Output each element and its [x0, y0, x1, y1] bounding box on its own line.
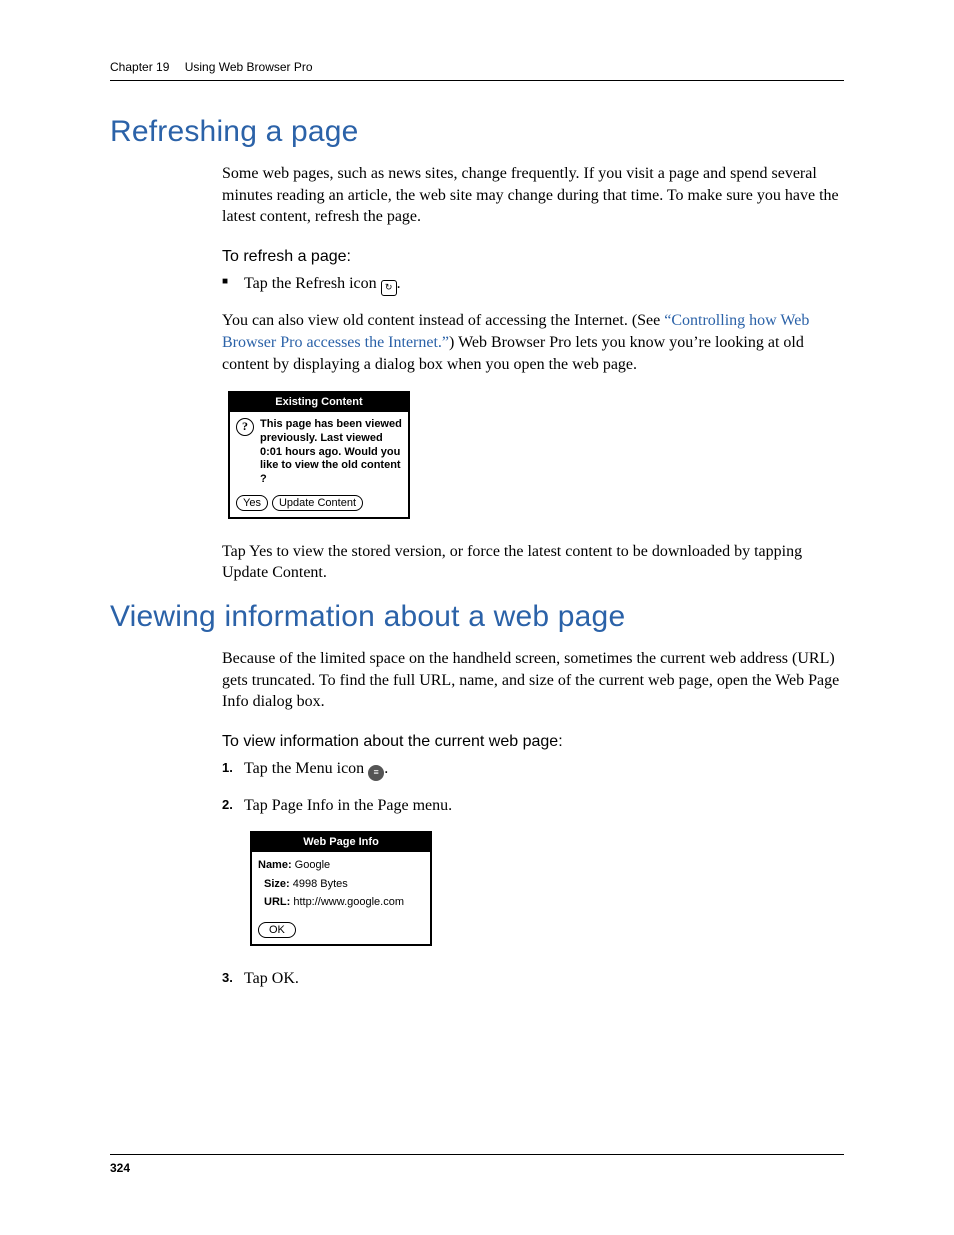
existing-content-dialog: Existing Content ? This page has been vi… [228, 391, 410, 519]
existing-content-titlebar: Existing Content [230, 393, 408, 412]
viewinfo-step2-text: Tap Page Info in the Page menu. [244, 797, 452, 814]
viewinfo-step3-text: Tap OK. [244, 970, 299, 987]
question-icon: ? [236, 418, 254, 436]
refresh-steps-list: Tap the Refresh icon ↻. [222, 273, 844, 296]
viewinfo-step1-post: . [384, 760, 388, 777]
viewinfo-step2: Tap Page Info in the Page menu. Web Page… [222, 795, 844, 946]
web-page-info-body: Name: Google Size: 4998 Bytes URL: http:… [252, 852, 430, 919]
viewinfo-step3: Tap OK. [222, 968, 844, 990]
menu-icon: ≡ [368, 765, 384, 781]
existing-content-message: This page has been viewed previously. La… [260, 418, 402, 487]
refresh-step1-text-post: . [397, 275, 401, 292]
section2-body: Because of the limited space on the hand… [222, 648, 844, 990]
section1-intro: Some web pages, such as news sites, chan… [222, 163, 844, 228]
refresh-step1: Tap the Refresh icon ↻. [222, 273, 844, 296]
section2-intro: Because of the limited space on the hand… [222, 648, 844, 713]
info-size-row: Size: 4998 Bytes [258, 877, 424, 892]
existing-content-buttons: Yes Update Content [230, 491, 408, 517]
ok-button[interactable]: OK [258, 922, 296, 938]
viewinfo-step1: Tap the Menu icon ≡. [222, 758, 844, 781]
existing-content-body: ? This page has been viewed previously. … [230, 412, 408, 491]
oldcontent-pre: You can also view old content instead of… [222, 312, 664, 329]
viewinfo-step1-pre: Tap the Menu icon [244, 760, 368, 777]
viewinfo-steps: Tap the Menu icon ≡. Tap Page Info in th… [222, 758, 844, 990]
chapter-title: Using Web Browser Pro [185, 60, 313, 74]
name-label: Name: [258, 859, 292, 871]
yes-button[interactable]: Yes [236, 495, 268, 511]
info-url-row: URL: http://www.google.com [258, 895, 424, 910]
web-page-info-titlebar: Web Page Info [252, 833, 430, 852]
refresh-step1-text-pre: Tap the Refresh icon [244, 275, 381, 292]
web-page-info-buttons: OK [252, 918, 430, 944]
section1-subhead: To refresh a page: [222, 246, 844, 268]
name-value: Google [292, 859, 331, 871]
update-content-button[interactable]: Update Content [272, 495, 363, 511]
page-number: 324 [110, 1161, 130, 1175]
section1-body: Some web pages, such as news sites, chan… [222, 163, 844, 584]
size-label: Size: [264, 878, 290, 890]
section1-closing: Tap Yes to view the stored version, or f… [222, 541, 844, 584]
section-heading-refreshing: Refreshing a page [110, 115, 844, 149]
section1-oldcontent-para: You can also view old content instead of… [222, 310, 844, 375]
page-footer: 324 [110, 1154, 844, 1175]
info-name-row: Name: Google [258, 858, 424, 873]
url-value: http://www.google.com [290, 896, 404, 908]
running-header: Chapter 19 Using Web Browser Pro [110, 60, 844, 81]
section-heading-viewing: Viewing information about a web page [110, 600, 844, 634]
size-value: 4998 Bytes [290, 878, 348, 890]
url-label: URL: [264, 896, 290, 908]
page-container: Chapter 19 Using Web Browser Pro Refresh… [0, 0, 954, 1235]
section2-subhead: To view information about the current we… [222, 731, 844, 753]
web-page-info-dialog: Web Page Info Name: Google Size: 4998 By… [250, 831, 432, 946]
chapter-label: Chapter 19 [110, 60, 169, 74]
refresh-icon: ↻ [381, 280, 397, 296]
